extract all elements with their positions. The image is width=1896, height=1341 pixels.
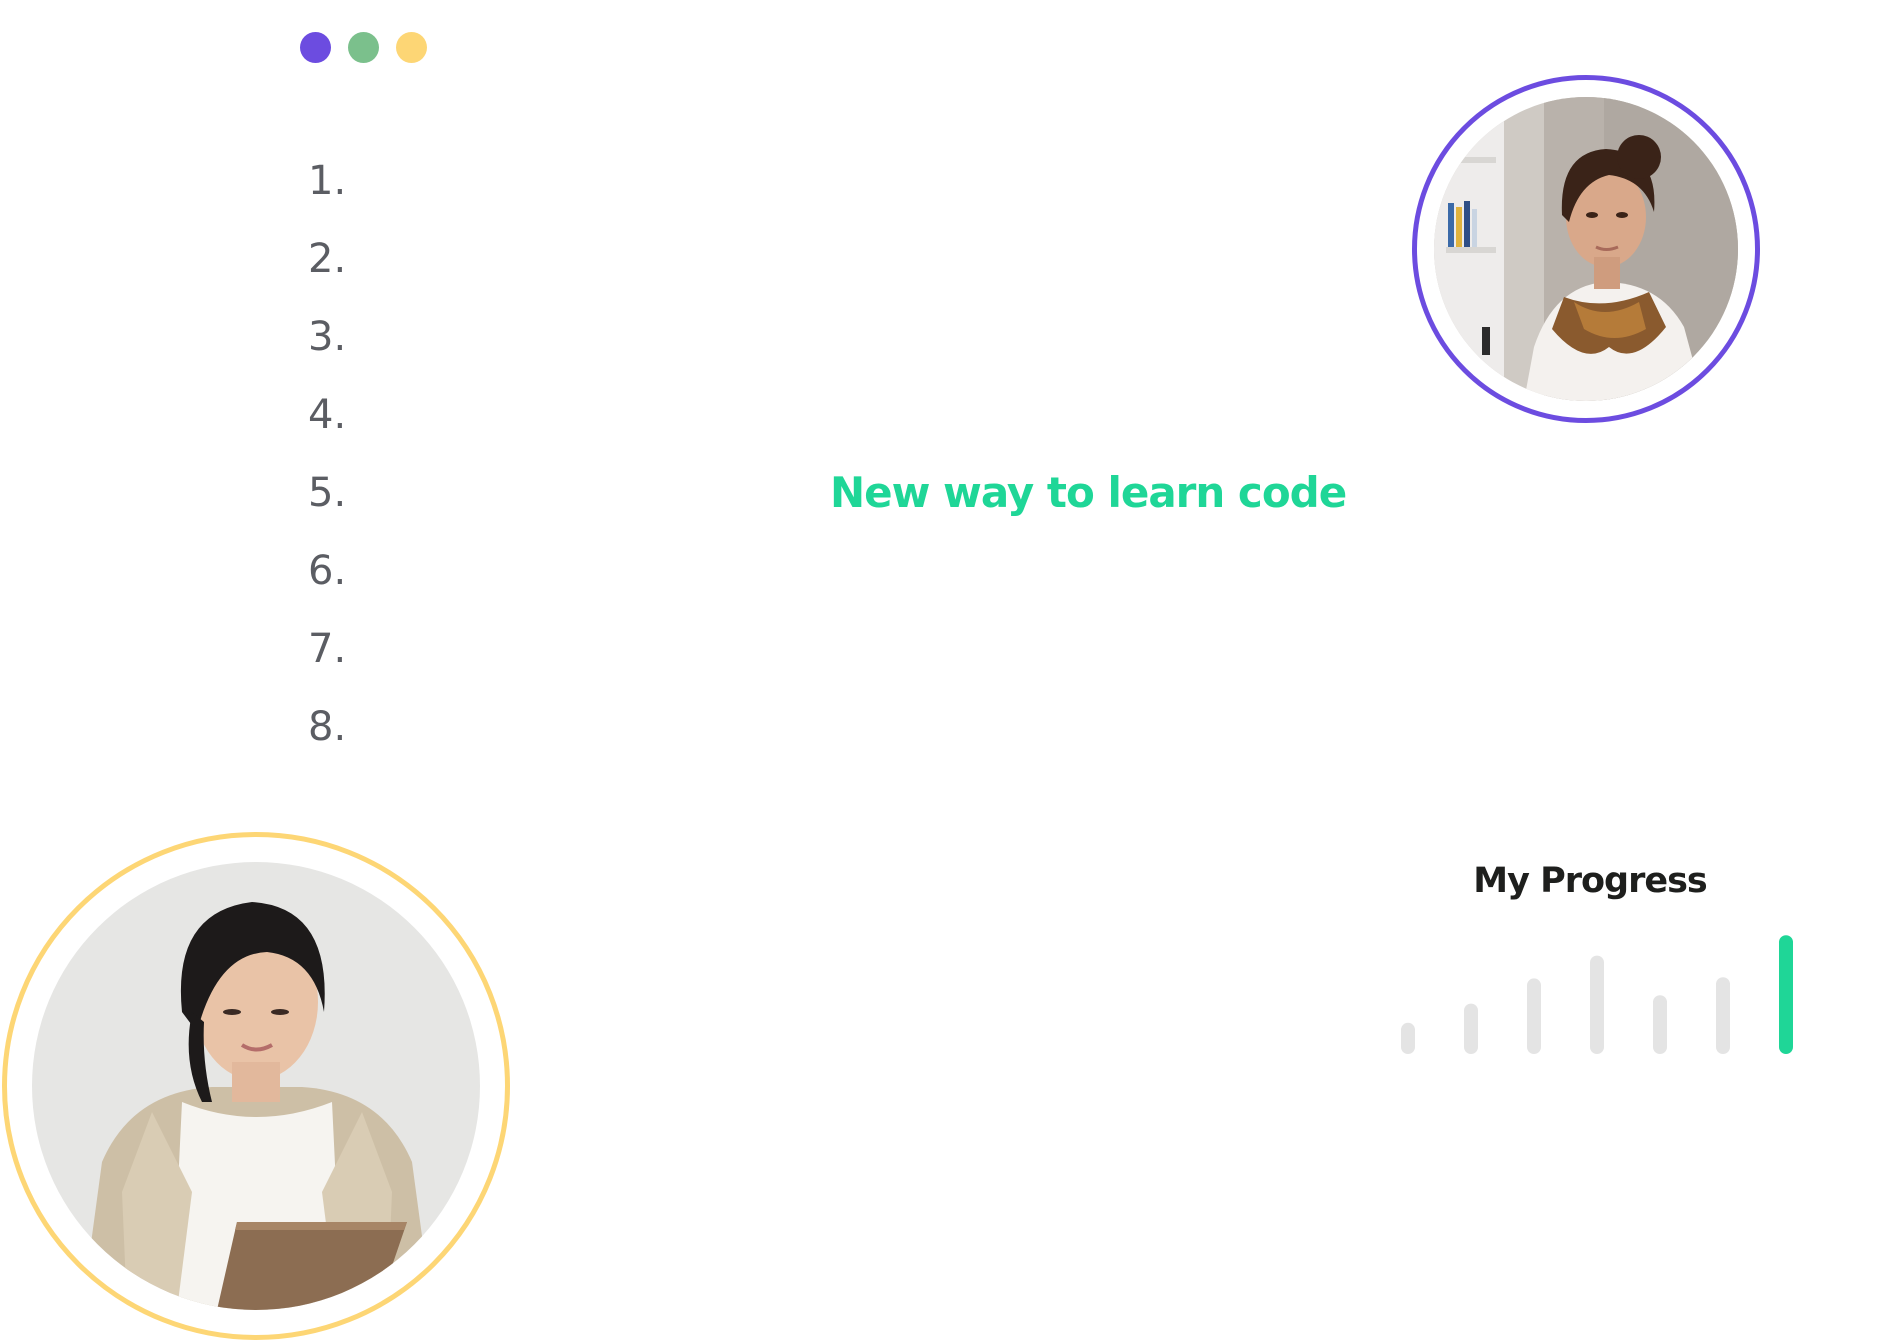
line-number: 2. <box>308 236 347 282</box>
line-number: 3. <box>308 314 347 360</box>
window-dot-green[interactable] <box>348 32 379 63</box>
window-dot-yellow[interactable] <box>396 32 427 63</box>
progress-bar-active <box>1779 935 1793 1054</box>
avatar-bottom <box>2 832 510 1340</box>
progress-title: My Progress <box>1473 861 1708 901</box>
line-number: 1. <box>308 158 347 204</box>
avatar-photo-woman-laptop <box>32 862 480 1310</box>
progress-bar <box>1653 995 1667 1054</box>
window-dot-purple[interactable] <box>300 32 331 63</box>
progress-bar <box>1590 955 1604 1054</box>
line-number: 7. <box>308 626 347 672</box>
line-numbers: 1. 2. 3. 4. 5. 6. 7. 8. <box>308 152 346 776</box>
progress-bar <box>1401 1022 1415 1054</box>
line-number: 8. <box>308 704 347 750</box>
line-number: 5. <box>308 470 347 516</box>
headline: New way to learn code <box>830 468 1347 517</box>
progress-chart <box>1382 930 1802 1058</box>
line-number: 4. <box>308 392 347 438</box>
line-number: 6. <box>308 548 347 594</box>
progress-bar <box>1527 978 1541 1054</box>
window-controls <box>300 32 427 63</box>
progress-bar <box>1464 1003 1478 1054</box>
progress-bar <box>1716 977 1730 1054</box>
avatar-top <box>1412 75 1760 423</box>
avatar-photo-woman-desk <box>1434 97 1738 401</box>
